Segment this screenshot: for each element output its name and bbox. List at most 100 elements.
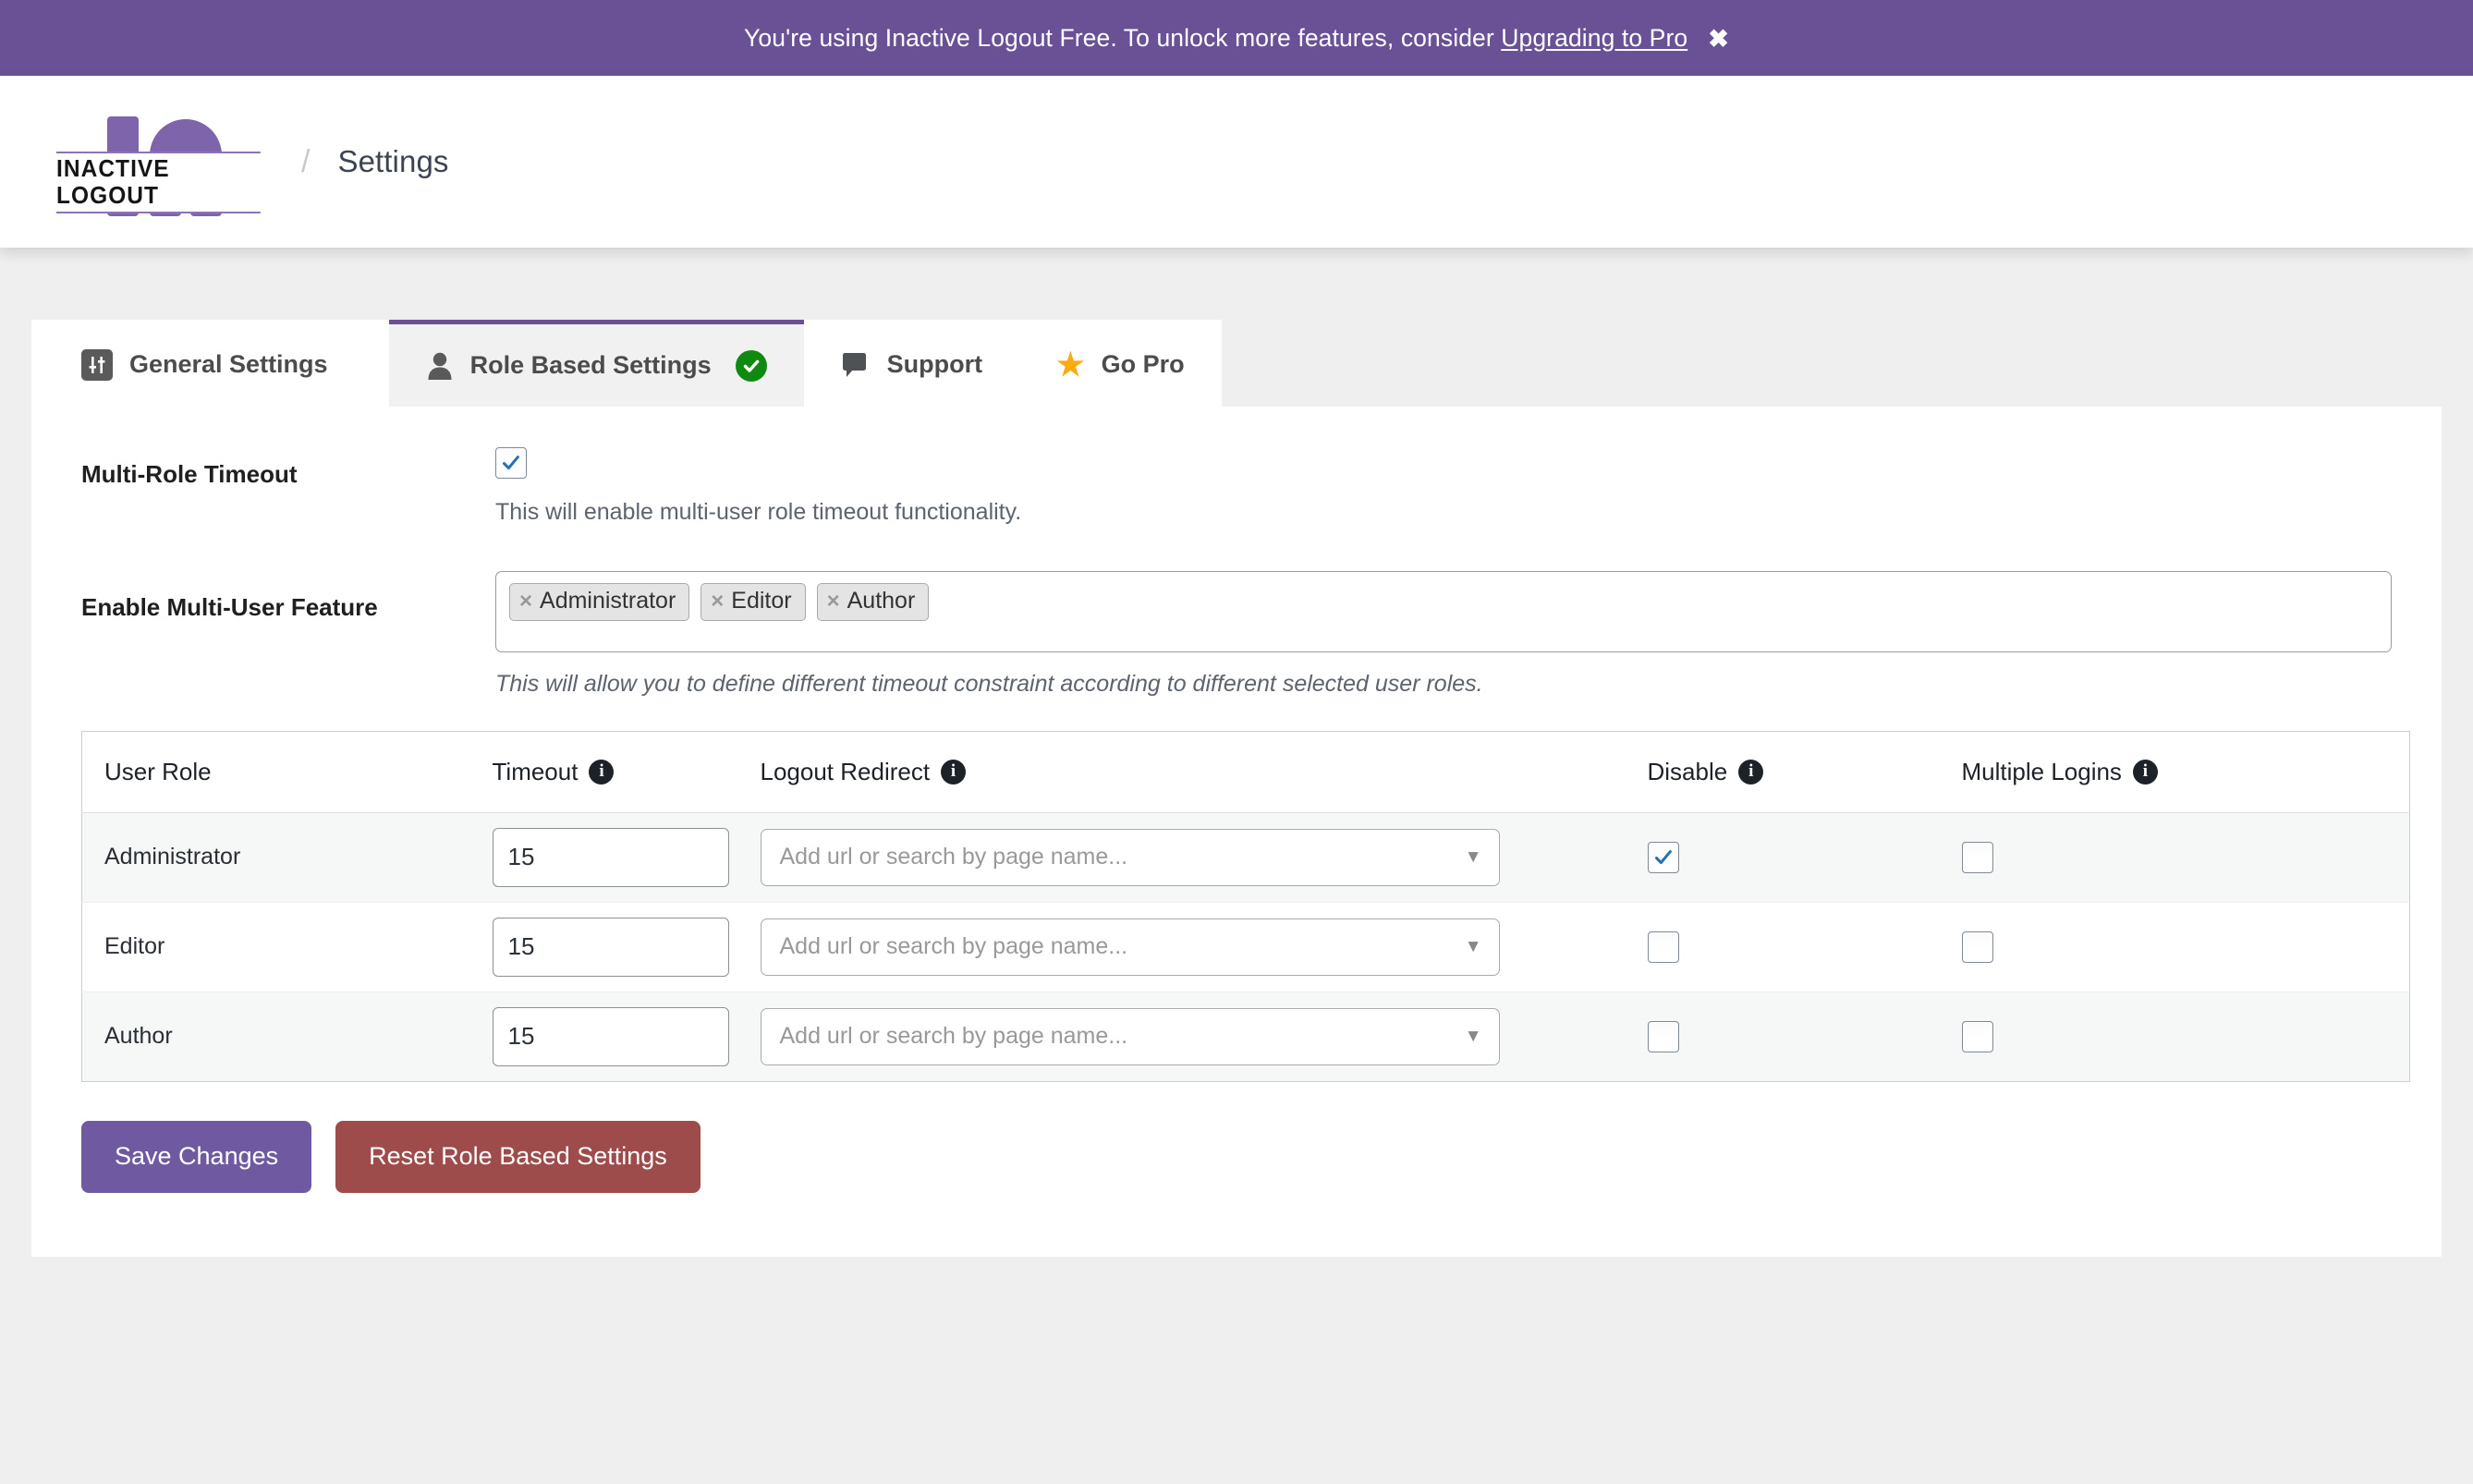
disable-checkbox-editor[interactable] [1647, 931, 1679, 963]
table-row: Editor Add url or search by page name...… [81, 902, 2410, 992]
cell-logout-redirect: Add url or search by page name... ▼ [737, 991, 1626, 1082]
table-row: Administrator Add url or search by page … [81, 812, 2410, 903]
upgrading-to-pro-link[interactable]: Upgrading to Pro [1501, 24, 1687, 53]
cell-disable [1625, 902, 1940, 992]
check-badge-icon [735, 349, 767, 382]
star-icon: ★ [1056, 347, 1085, 383]
remove-tag-icon[interactable]: × [827, 590, 840, 613]
timeout-input-author[interactable] [492, 1006, 729, 1066]
column-label: Disable [1647, 757, 1728, 785]
remove-tag-icon[interactable]: × [519, 590, 532, 613]
cell-logout-redirect: Add url or search by page name... ▼ [737, 902, 1626, 992]
page-title: Settings [337, 144, 449, 178]
column-timeout: Timeout i [469, 731, 738, 813]
multi-user-feature-label: Enable Multi-User Feature [81, 592, 378, 621]
cell-multiple-logins [1939, 902, 2410, 992]
multi-user-feature-row: Enable Multi-User Feature × Administrato… [81, 570, 2394, 698]
column-label: User Role [104, 757, 212, 785]
column-label: Logout Redirect [760, 757, 931, 785]
timeout-input-administrator[interactable] [492, 827, 729, 887]
logo-wordmark: INACTIVE LOGOUT [56, 152, 261, 214]
column-label: Multiple Logins [1961, 757, 2122, 785]
cell-multiple-logins [1939, 991, 2410, 1082]
role-settings-table: User Role Timeout i Logout Redirect i Disa… [81, 730, 2410, 1082]
role-tag-author: × Author [816, 582, 930, 621]
sliders-icon [81, 348, 113, 381]
checkmark-icon [503, 456, 519, 470]
tab-general-settings[interactable]: General Settings [31, 320, 389, 407]
save-changes-button[interactable]: Save Changes [81, 1120, 312, 1193]
multi-role-timeout-label: Multi-Role Timeout [81, 460, 298, 488]
column-disable: Disable i [1625, 731, 1940, 813]
multiple-logins-checkbox-author[interactable] [1961, 1020, 1993, 1052]
role-tag-administrator: × Administrator [509, 582, 690, 621]
column-user-role: User Role [81, 731, 470, 813]
cell-disable [1625, 812, 1940, 903]
chevron-down-icon: ▼ [1464, 846, 1482, 867]
cell-user-role: Administrator [81, 812, 470, 903]
multi-role-timeout-checkbox[interactable] [495, 447, 527, 479]
tab-support-label: Support [886, 350, 983, 378]
tab-role-based-settings-label: Role Based Settings [469, 351, 712, 379]
form-actions: Save Changes Reset Role Based Settings [81, 1120, 2394, 1193]
cell-logout-redirect: Add url or search by page name... ▼ [737, 812, 1626, 903]
user-icon [426, 351, 454, 381]
multiple-logins-checkbox-administrator[interactable] [1961, 841, 1993, 873]
breadcrumb-separator: / [301, 143, 311, 179]
chevron-down-icon: ▼ [1464, 1026, 1482, 1046]
table-header-row: User Role Timeout i Logout Redirect i Disa… [81, 731, 2410, 813]
logout-redirect-placeholder: Add url or search by page name... [779, 1023, 1128, 1050]
tab-go-pro-label: Go Pro [1101, 350, 1185, 378]
logout-redirect-placeholder: Add url or search by page name... [779, 933, 1128, 960]
column-label: Timeout [492, 757, 579, 785]
tab-go-pro[interactable]: ★ Go Pro [1019, 320, 1222, 407]
info-icon[interactable]: i [941, 759, 967, 785]
settings-card: Multi-Role Timeout This will enable mult… [31, 407, 2442, 1257]
cell-user-role: Editor [81, 902, 470, 992]
disable-checkbox-administrator[interactable] [1647, 841, 1679, 873]
info-icon[interactable]: i [1738, 759, 1764, 785]
role-tag-label: Author [847, 587, 916, 614]
table-row: Author Add url or search by page name...… [81, 991, 2410, 1082]
close-icon[interactable]: ✖ [1708, 26, 1729, 52]
disable-checkbox-author[interactable] [1647, 1020, 1679, 1052]
info-icon[interactable]: i [589, 759, 615, 785]
logout-redirect-placeholder: Add url or search by page name... [779, 844, 1128, 870]
cell-timeout [469, 812, 738, 903]
column-logout-redirect: Logout Redirect i [737, 731, 1626, 813]
logout-redirect-select-editor[interactable]: Add url or search by page name... ▼ [760, 918, 1500, 976]
timeout-input-editor[interactable] [492, 917, 729, 977]
cell-multiple-logins [1939, 812, 2410, 903]
multi-user-feature-description: This will allow you to define different … [495, 670, 1483, 697]
settings-tabs: General Settings Role Based Settings Sup… [31, 320, 2442, 407]
info-icon[interactable]: i [2132, 759, 2158, 785]
upgrade-banner: You're using Inactive Logout Free. To un… [0, 0, 2473, 76]
cell-timeout [469, 902, 738, 992]
user-roles-multiselect[interactable]: × Administrator × Editor × Author [495, 570, 2392, 652]
tab-support[interactable]: Support [803, 320, 1020, 407]
remove-tag-icon[interactable]: × [711, 590, 724, 613]
role-tag-editor: × Editor [700, 582, 806, 621]
multiple-logins-checkbox-editor[interactable] [1961, 931, 1993, 963]
page-body: General Settings Role Based Settings Sup… [0, 248, 2473, 1257]
reset-role-based-settings-button[interactable]: Reset Role Based Settings [335, 1120, 700, 1193]
role-tag-label: Editor [731, 587, 792, 614]
tab-role-based-settings[interactable]: Role Based Settings [388, 320, 804, 407]
banner-message: You're using Inactive Logout Free. To un… [744, 23, 1502, 52]
checkmark-icon [1654, 849, 1672, 864]
cell-timeout [469, 991, 738, 1082]
cell-user-role: Author [81, 991, 470, 1082]
multi-role-timeout-description: This will enable multi-user role timeout… [495, 499, 1022, 525]
logout-redirect-select-author[interactable]: Add url or search by page name... ▼ [760, 1007, 1500, 1065]
logout-redirect-select-administrator[interactable]: Add url or search by page name... ▼ [760, 828, 1500, 886]
multi-role-timeout-row: Multi-Role Timeout This will enable mult… [81, 447, 2394, 529]
column-multiple-logins: Multiple Logins i [1939, 731, 2410, 813]
comment-icon [841, 351, 871, 379]
tab-general-settings-label: General Settings [129, 350, 328, 378]
site-header: INACTIVE LOGOUT / Settings [0, 76, 2473, 248]
inactive-logout-logo[interactable]: INACTIVE LOGOUT [50, 107, 261, 216]
cell-disable [1625, 991, 1940, 1082]
role-tag-label: Administrator [540, 587, 676, 614]
chevron-down-icon: ▼ [1464, 936, 1482, 956]
